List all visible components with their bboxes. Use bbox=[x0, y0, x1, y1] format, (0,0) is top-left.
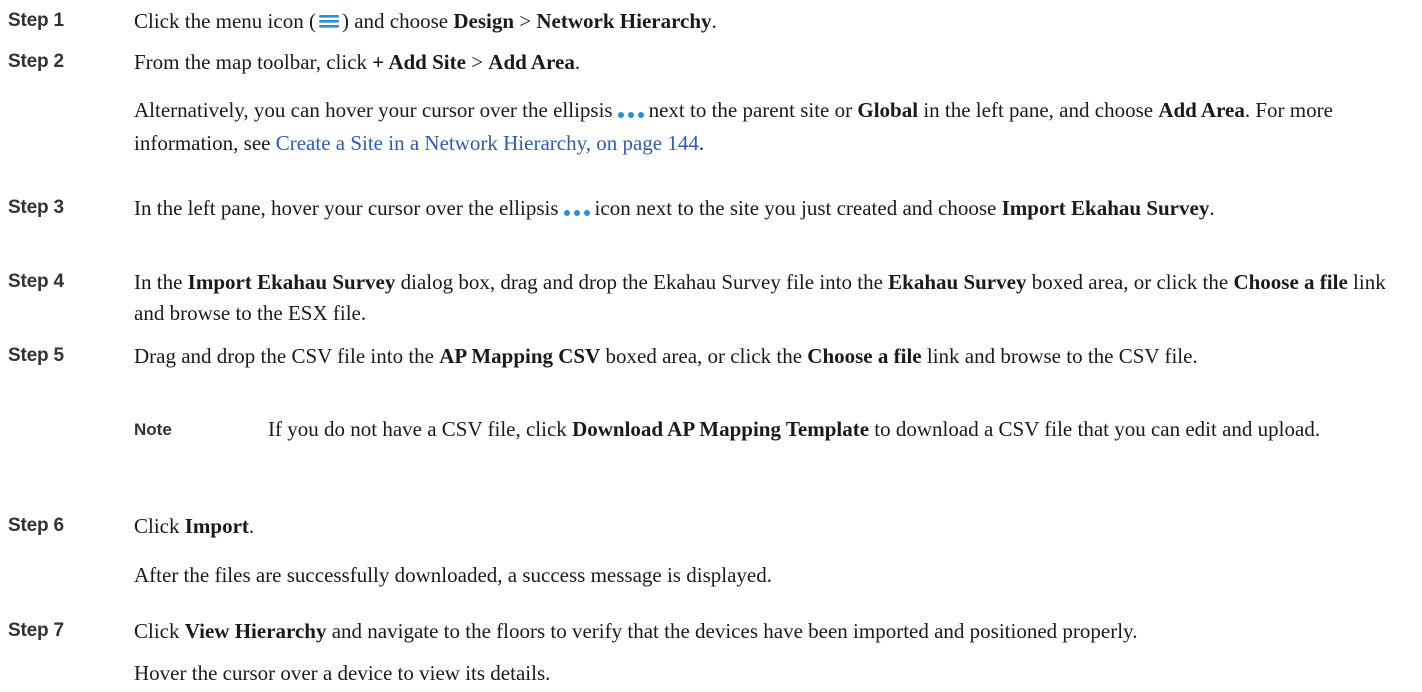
step-3-text: In the left pane, hover your cursor over… bbox=[134, 193, 1414, 226]
menu-icon bbox=[317, 8, 341, 38]
step-7-text: Click View Hierarchy and navigate to the… bbox=[134, 619, 1138, 643]
step-2-alternative: Alternatively, you can hover your cursor… bbox=[134, 97, 1333, 155]
step-6-result: After the files are successfully downloa… bbox=[134, 563, 772, 587]
step-1-text: Click the menu icon () and choose Design… bbox=[134, 6, 1414, 38]
step-7-label: Step 7 bbox=[8, 620, 64, 641]
step-2-text: From the map toolbar, click + Add Site >… bbox=[134, 50, 581, 74]
note-text: If you do not have a CSV file, click Dow… bbox=[268, 417, 1321, 441]
step-2-label: Step 2 bbox=[8, 51, 64, 72]
ellipsis-icon bbox=[617, 97, 645, 128]
step-7-extra: Hover the cursor over a device to view i… bbox=[134, 661, 551, 685]
step-4-text: In the Import Ekahau Survey dialog box, … bbox=[134, 270, 1386, 325]
note-label: Note bbox=[134, 420, 172, 439]
step-5-text: Drag and drop the CSV file into the AP M… bbox=[134, 344, 1198, 368]
create-site-link[interactable]: Create a Site in a Network Hierarchy, on… bbox=[276, 131, 699, 155]
step-6-text: Click Import. bbox=[134, 514, 255, 538]
step-5-label: Step 5 bbox=[8, 345, 64, 366]
step-1-label: Step 1 bbox=[8, 10, 64, 31]
step-3-label: Step 3 bbox=[8, 197, 64, 218]
step-6-label: Step 6 bbox=[8, 515, 64, 536]
ellipsis-icon bbox=[563, 195, 591, 226]
step-4-label: Step 4 bbox=[8, 271, 64, 292]
